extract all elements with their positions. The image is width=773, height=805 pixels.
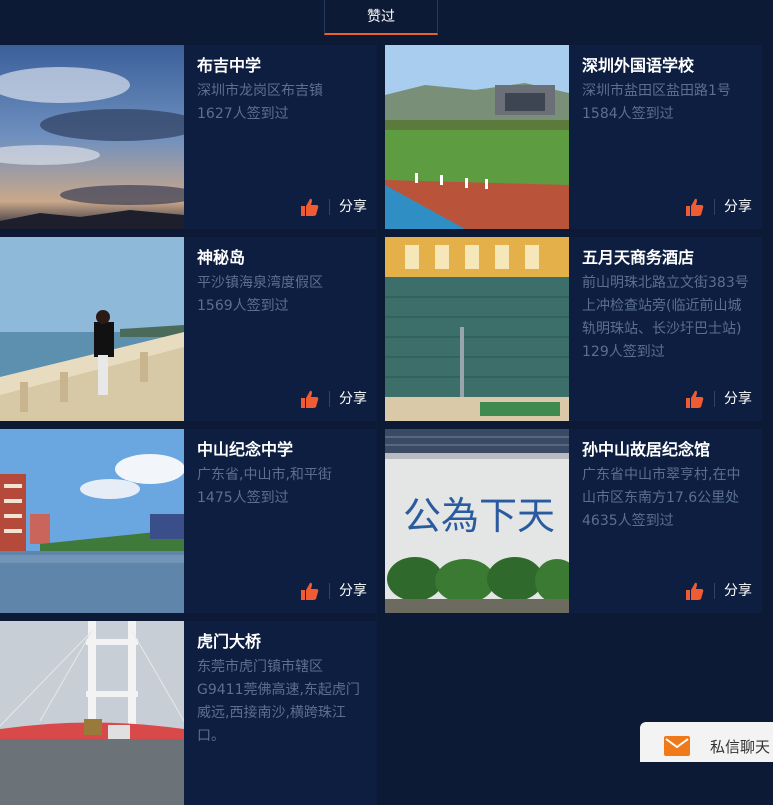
place-info: 虎门大桥 东莞市虎门镇市辖区G9411莞佛高速,东起虎门威远,西接南沙,横跨珠江…	[197, 631, 369, 748]
place-title: 中山纪念中学	[197, 440, 294, 459]
card-actions: 分享	[300, 581, 367, 601]
thumbs-up-icon[interactable]	[685, 389, 705, 409]
place-photo	[0, 429, 184, 613]
place-address: 平沙镇海泉湾度假区	[197, 275, 323, 291]
place-info: 五月天商务酒店 前山明珠北路立文街383号上冲检查站旁(临近前山城轨明珠站、长沙…	[582, 247, 754, 364]
place-address: 深圳市龙岗区布吉镇	[197, 83, 323, 99]
checkin-count: 1627人签到过	[197, 106, 289, 122]
place-photo	[0, 621, 184, 805]
place-card[interactable]: 神秘岛 平沙镇海泉湾度假区 1569人签到过 分享	[0, 237, 377, 421]
share-button[interactable]: 分享	[339, 389, 367, 409]
place-info: 布吉中学 深圳市龙岗区布吉镇 1627人签到过	[197, 55, 369, 126]
place-title: 神秘岛	[197, 248, 246, 267]
checkin-count: 1475人签到过	[197, 490, 289, 506]
place-card[interactable]: 中山纪念中学 广东省,中山市,和平街 1475人签到过 分享	[0, 429, 377, 613]
card-actions: 分享	[300, 389, 367, 409]
tab-liked[interactable]: 赞过	[324, 0, 438, 35]
card-actions: 分享	[300, 197, 367, 217]
place-photo: 公為下天	[385, 429, 569, 613]
thumbs-up-icon[interactable]	[300, 197, 320, 217]
thumbs-up-icon[interactable]	[685, 197, 705, 217]
divider	[329, 583, 330, 599]
place-card[interactable]: 布吉中学 深圳市龙岗区布吉镇 1627人签到过 分享	[0, 45, 377, 229]
place-title: 孙中山故居纪念馆	[582, 440, 711, 459]
place-address: 广东省,中山市,和平街	[197, 467, 332, 483]
divider	[714, 583, 715, 599]
thumbs-up-icon[interactable]	[300, 389, 320, 409]
place-card[interactable]: 五月天商务酒店 前山明珠北路立文街383号上冲检查站旁(临近前山城轨明珠站、长沙…	[385, 237, 762, 421]
photo-sign-text: 公為下天	[403, 494, 555, 538]
checkin-count: 1584人签到过	[582, 106, 674, 122]
private-message-button[interactable]: 私信聊天	[640, 722, 773, 762]
checkin-count: 129人签到过	[582, 344, 665, 360]
place-title: 布吉中学	[197, 56, 262, 75]
place-card[interactable]: 深圳外国语学校 深圳市盐田区盐田路1号 1584人签到过 分享	[385, 45, 762, 229]
place-title: 五月天商务酒店	[582, 248, 695, 267]
checkin-count: 4635人签到过	[582, 513, 674, 529]
place-photo	[385, 237, 569, 421]
divider	[329, 391, 330, 407]
place-info: 神秘岛 平沙镇海泉湾度假区 1569人签到过	[197, 247, 369, 318]
thumbs-up-icon[interactable]	[685, 581, 705, 601]
private-message-label: 私信聊天	[710, 738, 771, 756]
place-info: 孙中山故居纪念馆 广东省中山市翠亨村,在中山市区东南方17.6公里处 4635人…	[582, 439, 754, 533]
place-title: 深圳外国语学校	[582, 56, 695, 75]
card-actions: 分享	[685, 197, 752, 217]
place-info: 中山纪念中学 广东省,中山市,和平街 1475人签到过	[197, 439, 369, 510]
place-card[interactable]: 公為下天 孙中山故居纪念馆 广东省中山市翠亨村,在中山市区东南方17.6公里处 …	[385, 429, 762, 613]
checkin-count: 1569人签到过	[197, 298, 289, 314]
card-actions: 分享	[685, 581, 752, 601]
place-info: 深圳外国语学校 深圳市盐田区盐田路1号 1584人签到过	[582, 55, 754, 126]
place-card[interactable]: 虎门大桥 东莞市虎门镇市辖区G9411莞佛高速,东起虎门威远,西接南沙,横跨珠江…	[0, 621, 377, 805]
place-address: 前山明珠北路立文街383号上冲检查站旁(临近前山城轨明珠站、长沙圩巴士站)	[582, 275, 749, 337]
place-photo	[385, 45, 569, 229]
place-address: 深圳市盐田区盐田路1号	[582, 83, 731, 99]
card-actions: 分享	[685, 389, 752, 409]
place-photo	[0, 237, 184, 421]
place-title: 虎门大桥	[197, 632, 262, 651]
share-button[interactable]: 分享	[339, 581, 367, 601]
divider	[714, 391, 715, 407]
share-button[interactable]: 分享	[724, 197, 752, 217]
share-button[interactable]: 分享	[724, 389, 752, 409]
divider	[714, 199, 715, 215]
share-button[interactable]: 分享	[339, 197, 367, 217]
divider	[329, 199, 330, 215]
share-button[interactable]: 分享	[724, 581, 752, 601]
place-address: 东莞市虎门镇市辖区G9411莞佛高速,东起虎门威远,西接南沙,横跨珠江口。	[197, 659, 360, 744]
place-photo	[0, 45, 184, 229]
envelope-icon	[664, 736, 690, 756]
thumbs-up-icon[interactable]	[300, 581, 320, 601]
place-address: 广东省中山市翠亨村,在中山市区东南方17.6公里处	[582, 467, 741, 506]
tab-bar: 赞过	[0, 0, 773, 44]
